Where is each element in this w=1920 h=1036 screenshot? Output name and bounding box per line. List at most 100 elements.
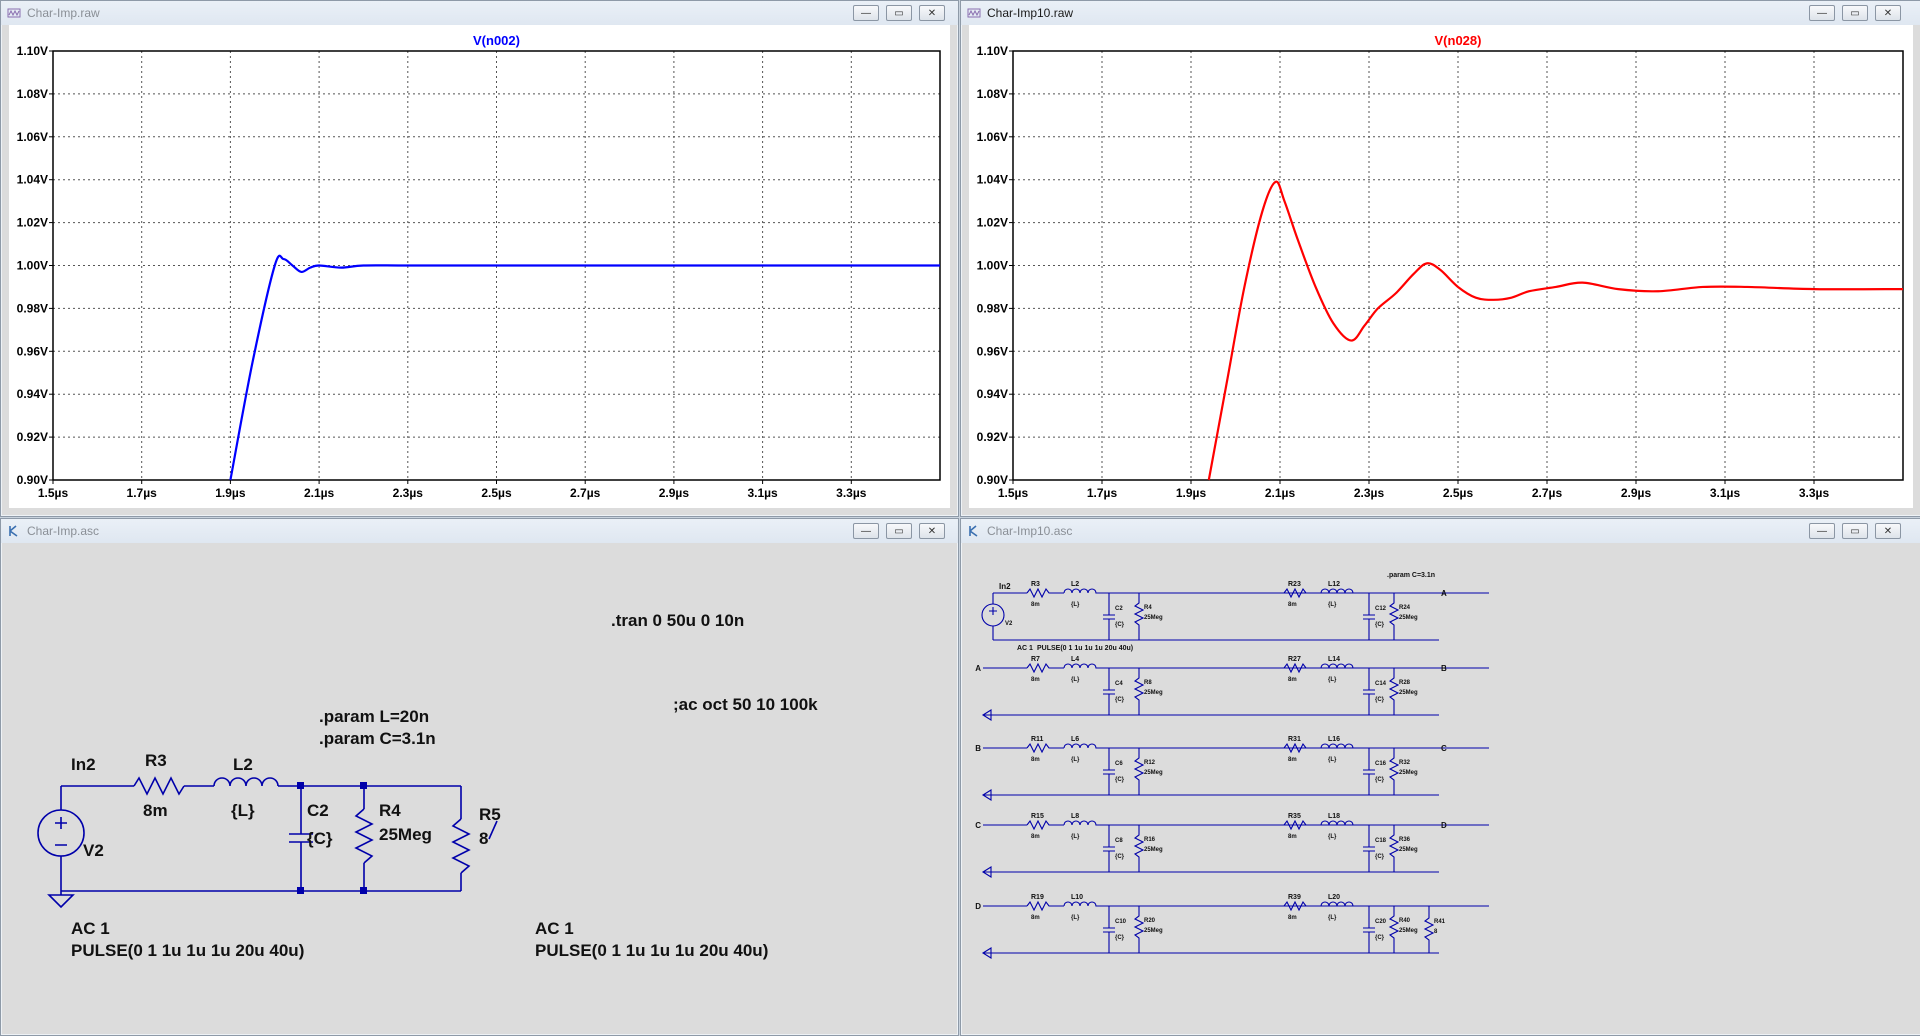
waveform-app-icon: [967, 6, 981, 20]
r3-label[interactable]: R3: [145, 751, 167, 771]
wire: [1103, 906, 1115, 953]
resistor-value: 8m: [1031, 602, 1040, 608]
plot-pane[interactable]: 1.5µs1.7µs1.9µs2.1µs2.3µs2.5µs2.7µs2.9µs…: [9, 25, 950, 508]
waveform-plot[interactable]: 1.5µs1.7µs1.9µs2.1µs2.3µs2.5µs2.7µs2.9µs…: [9, 25, 950, 508]
wire: [1103, 593, 1115, 640]
net-label-in2[interactable]: In2: [71, 755, 96, 775]
capacitor-value: {C}: [1115, 935, 1125, 941]
title-bar[interactable]: Char-Imp.raw — ▭ ✕: [1, 1, 958, 25]
param-l-directive[interactable]: .param L=20n: [319, 707, 429, 727]
minimize-button[interactable]: —: [1809, 5, 1835, 21]
waveform-plot[interactable]: 1.5µs1.7µs1.9µs2.1µs2.3µs2.5µs2.7µs2.9µs…: [969, 25, 1913, 508]
wire: [1064, 902, 1489, 906]
plot-pane[interactable]: 1.5µs1.7µs1.9µs2.1µs2.3µs2.5µs2.7µs2.9µs…: [969, 25, 1913, 508]
shunt-resistor-label: R20: [1144, 918, 1156, 924]
close-button[interactable]: ✕: [919, 523, 945, 539]
resistor-value: 8m: [1288, 602, 1297, 608]
resistor-label: R35: [1288, 813, 1301, 820]
x-tick-label: 2.5µs: [1443, 486, 1474, 500]
wire: [1390, 668, 1398, 715]
window-title: Char-Imp10.raw: [987, 6, 1073, 20]
wire: [1390, 748, 1398, 795]
capacitor-label: C6: [1115, 761, 1123, 767]
ladder-network-drawing[interactable]: .param C=3.1nAC 1PULSE(0 1 1u 1u 1u 20u …: [969, 543, 1913, 1027]
wire: [1027, 664, 1064, 672]
schematic-window-1[interactable]: Char-Imp.asc — ▭ ✕: [0, 518, 959, 1036]
c2-value[interactable]: {C}: [307, 829, 333, 849]
waveform-window-2[interactable]: Char-Imp10.raw — ▭ ✕ 1.5µs1.7µs1.9µs2.1µ…: [960, 0, 1920, 517]
y-tick-label: 1.10V: [977, 44, 1008, 58]
close-button[interactable]: ✕: [919, 5, 945, 21]
shunt-resistor-value: 25Meg: [1144, 847, 1163, 853]
schematic-window-2[interactable]: Char-Imp10.asc — ▭ ✕ .param C=3.1nAC 1PU…: [960, 518, 1920, 1036]
inductor-value: {L}: [1071, 757, 1080, 763]
x-tick-label: 2.3µs: [393, 486, 424, 500]
schematic-canvas[interactable]: .tran 0 50u 0 10n ;ac oct 50 10 100k .pa…: [9, 543, 950, 1027]
maximize-button[interactable]: ▭: [1842, 523, 1868, 539]
maximize-button[interactable]: ▭: [1842, 5, 1868, 21]
shunt-resistor-label: R4: [1144, 605, 1152, 611]
x-tick-label: 3.3µs: [1799, 486, 1830, 500]
resistor-value: 8m: [1031, 677, 1040, 683]
r4-label[interactable]: R4: [379, 801, 401, 821]
l2-value[interactable]: {L}: [231, 801, 255, 821]
waveform-window-1[interactable]: Char-Imp.raw — ▭ ✕ 1.5µs1.7µs1.9µs2.1µs2…: [0, 0, 959, 517]
title-bar[interactable]: Char-Imp10.asc — ▭ ✕: [961, 519, 1920, 543]
x-tick-label: 2.7µs: [570, 486, 601, 500]
param-c-directive[interactable]: .param C=3.1n: [319, 729, 436, 749]
close-button[interactable]: ✕: [1875, 5, 1901, 21]
pulse-spec-2[interactable]: PULSE(0 1 1u 1u 1u 20u 40u): [535, 941, 768, 961]
r3-value[interactable]: 8m: [143, 801, 168, 821]
tran-directive[interactable]: .tran 0 50u 0 10n: [611, 611, 744, 631]
ac-directive[interactable]: ;ac oct 50 10 100k: [673, 695, 818, 715]
x-tick-label: 2.3µs: [1354, 486, 1385, 500]
y-tick-label: 1.00V: [17, 259, 48, 273]
inductor-label: L12: [1328, 581, 1340, 588]
r41-value: 8: [1434, 929, 1438, 935]
wire: [1135, 748, 1143, 795]
title-bar[interactable]: Char-Imp.asc — ▭ ✕: [1, 519, 958, 543]
x-tick-label: 1.5µs: [998, 486, 1029, 500]
schematic-app-icon: [967, 524, 981, 538]
shunt-resistor-value: 25Meg: [1399, 690, 1418, 696]
y-tick-label: 1.04V: [977, 173, 1008, 187]
net-flag-right: B: [1441, 664, 1447, 673]
y-tick-label: 1.02V: [17, 216, 48, 230]
minimize-button[interactable]: —: [1809, 523, 1835, 539]
r4-value[interactable]: 25Meg: [379, 825, 432, 845]
capacitor-label: C18: [1375, 838, 1387, 844]
resistor-label: R27: [1288, 656, 1301, 663]
wire: [1064, 664, 1489, 668]
v2-label: V2: [1005, 621, 1013, 627]
r5-label[interactable]: R5: [479, 805, 501, 825]
capacitor-label: C8: [1115, 838, 1123, 844]
net-flag-right: A: [1441, 589, 1447, 598]
pulse-spec-1[interactable]: PULSE(0 1 1u 1u 1u 20u 40u): [71, 941, 304, 961]
resistor-r4-icon: [356, 809, 372, 863]
maximize-button[interactable]: ▭: [886, 523, 912, 539]
y-tick-label: 0.90V: [977, 473, 1008, 487]
capacitor-label: C12: [1375, 606, 1387, 612]
minimize-button[interactable]: —: [853, 5, 879, 21]
maximize-button[interactable]: ▭: [886, 5, 912, 21]
v2-label[interactable]: V2: [83, 841, 104, 861]
net-flag-right: D: [1441, 821, 1447, 830]
l2-label[interactable]: L2: [233, 755, 253, 775]
inductor-value: {L}: [1328, 757, 1337, 763]
shunt-resistor-value: 25Meg: [1399, 928, 1418, 934]
c2-label[interactable]: C2: [307, 801, 329, 821]
x-tick-label: 2.9µs: [659, 486, 690, 500]
y-tick-label: 0.92V: [977, 430, 1008, 444]
ac-spec-2[interactable]: AC 1: [535, 919, 574, 939]
ac-spec-1[interactable]: AC 1: [71, 919, 110, 939]
window-title: Char-Imp10.asc: [987, 524, 1072, 538]
wire: [1321, 664, 1353, 668]
close-button[interactable]: ✕: [1875, 523, 1901, 539]
r5-value[interactable]: 8: [479, 829, 488, 849]
shunt-resistor-value: 25Meg: [1144, 690, 1163, 696]
minimize-button[interactable]: —: [853, 523, 879, 539]
wire: [1363, 906, 1375, 953]
schematic-canvas[interactable]: .param C=3.1nAC 1PULSE(0 1 1u 1u 1u 20u …: [969, 543, 1913, 1027]
title-bar[interactable]: Char-Imp10.raw — ▭ ✕: [961, 1, 1920, 25]
y-tick-label: 1.08V: [17, 87, 48, 101]
